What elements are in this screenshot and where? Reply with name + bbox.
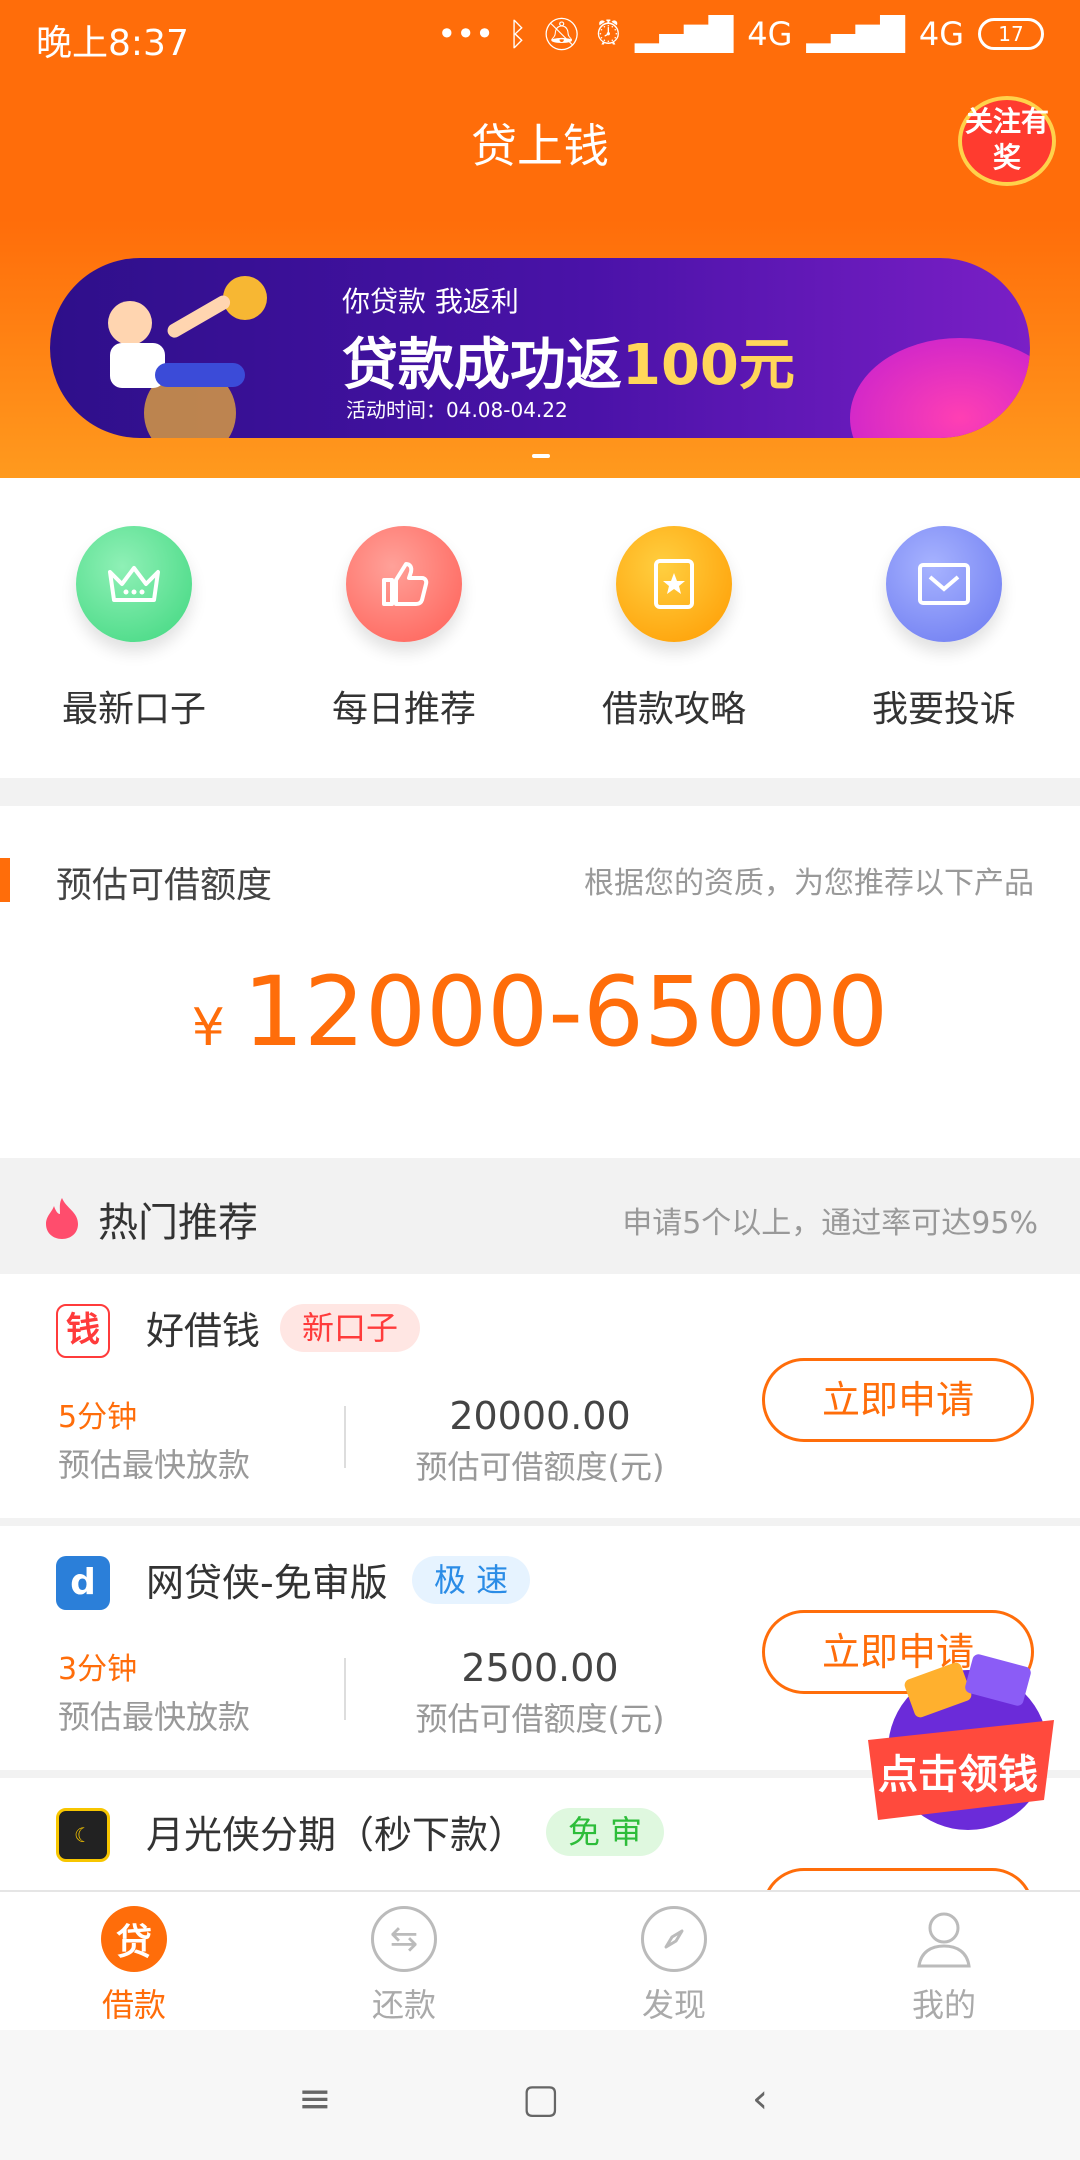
banner-decoration [850, 338, 1030, 438]
banner-page-indicator [532, 454, 550, 458]
loan-icon: 贷 [101, 1906, 167, 1972]
product-amount-label: 预估可借额度(元) [415, 1700, 665, 1738]
product-logo-icon: ☾ [56, 1808, 110, 1862]
quick-nav-label: 我要投诉 [871, 689, 1016, 730]
status-icons: ••• ᛒ 🔕︎ ⏰︎ ▂▄▆█ 4G ▂▄▆█ 4G 17 [437, 14, 1044, 53]
tab-repay[interactable]: ⇆ 还款 [304, 1906, 504, 2026]
apply-button[interactable]: 立即申请 [762, 1868, 1034, 1890]
banner-area: 你贷款 我返利 贷款成功返100元 活动时间：04.08-04.22 [0, 220, 1080, 478]
quick-nav: 最新口子 每日推荐 借款攻略 我要投诉 [0, 478, 1080, 778]
estimate-range-value: 12000-65000 [242, 956, 889, 1068]
tab-label: 借款 [101, 1986, 166, 2024]
tab-profile[interactable]: 我的 [844, 1906, 1044, 2026]
banner-headline-text: 贷款成功返 [342, 333, 622, 398]
product-tag: 极 速 [412, 1556, 531, 1604]
product-amount-label: 预估可借额度(元) [415, 1448, 665, 1486]
tab-label: 发现 [641, 1986, 706, 2024]
follow-reward-badge[interactable]: 关注有奖 [958, 96, 1056, 186]
status-time: 晚上8:37 [36, 23, 189, 64]
thumbs-up-icon [346, 526, 462, 642]
product-tag: 新口子 [280, 1304, 421, 1352]
signal-icon-2: ▂▄▆█ [806, 14, 905, 53]
repay-icon: ⇆ [371, 1906, 437, 1972]
app-header: 晚上8:37 ••• ᛒ 🔕︎ ⏰︎ ▂▄▆█ 4G ▂▄▆█ 4G 17 贷上… [0, 0, 1080, 220]
promo-banner[interactable]: 你贷款 我返利 贷款成功返100元 活动时间：04.08-04.22 [50, 258, 1030, 438]
flame-icon [46, 1198, 78, 1239]
more-dots-icon: ••• [437, 14, 495, 53]
alarm-icon: ⏰︎ [595, 14, 621, 52]
back-icon[interactable]: ‹ [752, 2076, 768, 2122]
signal-icon: ▂▄▆█ [634, 14, 734, 53]
tab-discover[interactable]: 发现 [574, 1906, 774, 2026]
hot-recommend-header: 热门推荐 申请5个以上，通过率可达95% [0, 1158, 1080, 1274]
mute-icon: 🔕︎ [541, 14, 582, 53]
tab-loan[interactable]: 贷 借款 [34, 1906, 234, 2026]
battery-level: 17 [998, 21, 1024, 46]
product-amount: 2500.00 [461, 1646, 619, 1690]
hot-title: 热门推荐 [98, 1200, 258, 1246]
product-card[interactable]: 钱 好借钱 新口子 5分钟 预估最快放款 20000.00 预估可借额度(元) … [0, 1274, 1080, 1518]
product-name: 好借钱 [146, 1309, 261, 1353]
float-promo-text: 点击领钱 [878, 1752, 1038, 1798]
product-name: 月光侠分期（秒下款） [146, 1813, 527, 1857]
product-speed: 5分钟 [58, 1400, 138, 1435]
quick-nav-label: 每日推荐 [331, 689, 476, 730]
banner-amount: 100元 [622, 333, 795, 398]
product-amount: 20000.00 [449, 1394, 631, 1438]
product-logo-icon: d [56, 1556, 110, 1610]
product-name: 网贷侠-免审版 [146, 1561, 388, 1605]
credit-estimate-section: 预估可借额度 根据您的资质，为您推荐以下产品 ¥12000-65000 [0, 806, 1080, 1158]
menu-icon[interactable]: ≡ [298, 2076, 332, 2122]
quick-nav-label: 最新口子 [61, 689, 206, 730]
divider [344, 1658, 346, 1720]
product-speed-label: 预估最快放款 [58, 1446, 251, 1484]
hot-subtitle: 申请5个以上，通过率可达95% [622, 1206, 1038, 1241]
product-speed-label: 预估最快放款 [58, 1698, 251, 1736]
bluetooth-icon: ᛒ [508, 14, 528, 53]
tab-label: 我的 [911, 1986, 976, 2024]
quick-nav-complaint[interactable]: 我要投诉 [844, 526, 1044, 732]
mail-icon [886, 526, 1002, 642]
home-icon[interactable]: ▢ [522, 2076, 560, 2122]
product-speed: 3分钟 [58, 1652, 138, 1687]
status-bar: 晚上8:37 ••• ᛒ 🔕︎ ⏰︎ ▂▄▆█ 4G ▂▄▆█ 4G 17 [0, 0, 1080, 70]
profile-icon [911, 1906, 977, 1972]
claim-money-float-button[interactable]: 点击领钱 [858, 1650, 1064, 1840]
currency-symbol: ¥ [191, 998, 225, 1058]
network-label-2: 4G [918, 14, 964, 53]
section-accent-bar [0, 858, 10, 902]
quick-nav-label: 借款攻略 [601, 689, 746, 730]
product-tag: 免 审 [546, 1808, 665, 1856]
banner-illustration-icon [108, 276, 267, 438]
bottom-tab-bar: 贷 借款 ⇆ 还款 发现 我的 [0, 1890, 1080, 2030]
quick-nav-newest[interactable]: 最新口子 [34, 526, 234, 732]
apply-button[interactable]: 立即申请 [762, 1358, 1034, 1442]
banner-subtitle: 你贷款 我返利 [342, 285, 519, 318]
crown-icon [76, 526, 192, 642]
quick-nav-daily[interactable]: 每日推荐 [304, 526, 504, 732]
page-title: 贷上钱 [471, 119, 609, 173]
banner-period: 活动时间：04.08-04.22 [346, 398, 568, 422]
quick-nav-guide[interactable]: 借款攻略 [574, 526, 774, 732]
estimate-label: 预估可借额度 [56, 865, 273, 906]
product-logo-icon: 钱 [56, 1304, 110, 1358]
battery-icon: 17 [978, 17, 1044, 50]
bookmark-star-icon [616, 526, 732, 642]
system-nav-bar: ≡ ▢ ‹ [0, 2030, 1080, 2160]
estimate-hint: 根据您的资质，为您推荐以下产品 [584, 866, 1034, 901]
tab-label: 还款 [371, 1986, 436, 2024]
estimate-range: ¥12000-65000 [0, 956, 1080, 1068]
compass-icon [641, 1906, 707, 1972]
banner-headline: 贷款成功返100元 [342, 320, 795, 401]
divider [344, 1406, 346, 1468]
network-label-1: 4G [747, 14, 793, 53]
